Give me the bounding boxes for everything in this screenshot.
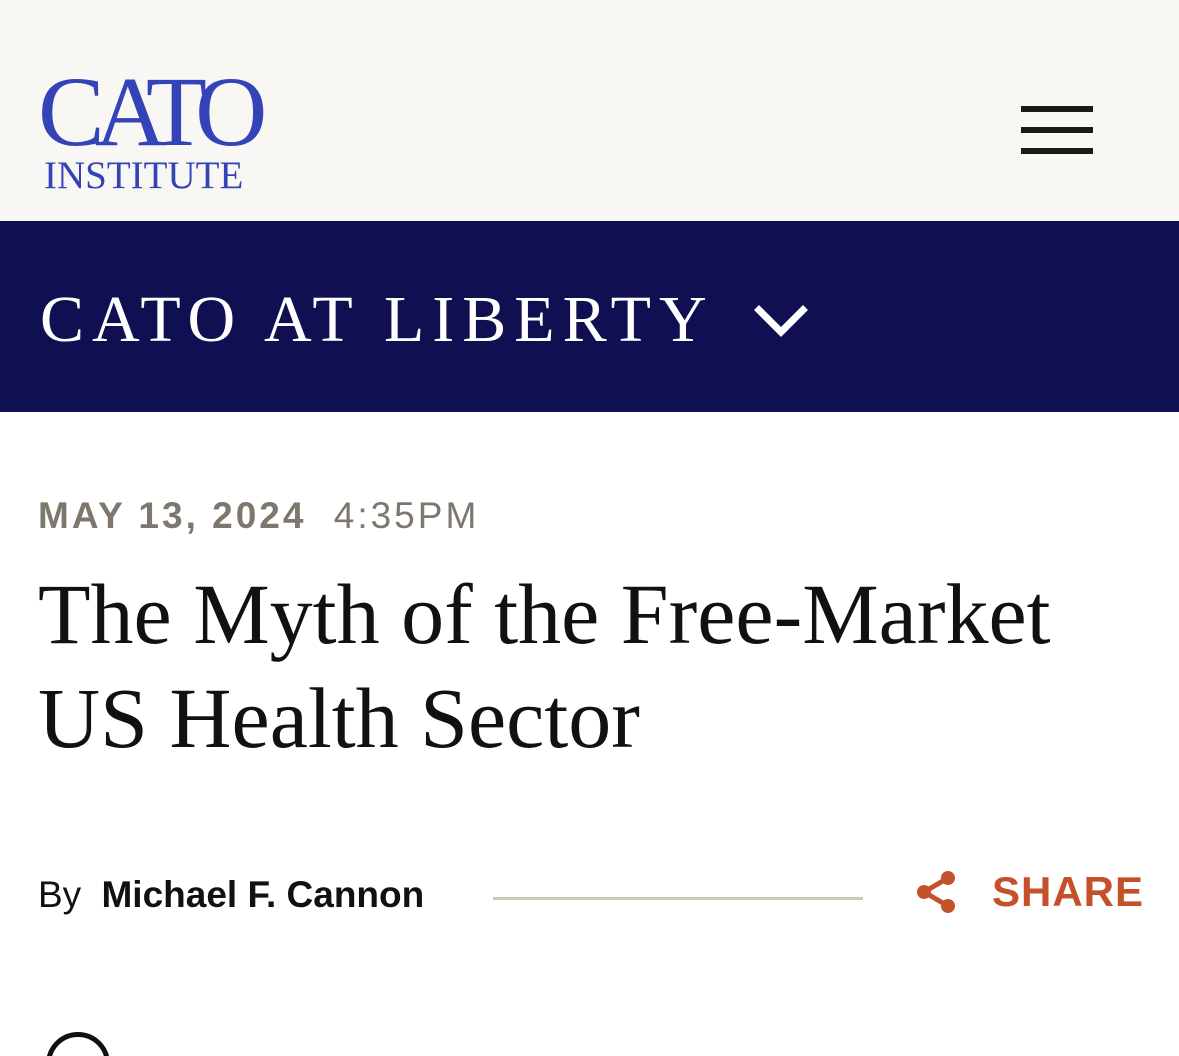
content-below-fold	[38, 1026, 678, 1056]
article-title: The Myth of the Free-Market US Health Se…	[38, 566, 1051, 766]
section-title: CATO AT LIBERTY	[40, 283, 715, 356]
cato-institute-logo[interactable]: CATO INSTITUTE	[38, 62, 278, 196]
byline-prefix: By	[38, 874, 82, 915]
divider	[493, 897, 863, 900]
menu-bar	[1021, 148, 1093, 154]
chevron-down-icon	[753, 305, 808, 337]
article-timestamp: MAY 13, 2024 4:35PM	[38, 495, 479, 537]
partial-circle-icon	[46, 1032, 110, 1056]
site-header: CATO INSTITUTE	[0, 0, 1179, 221]
hamburger-menu-icon[interactable]	[1016, 100, 1098, 160]
share-icon	[917, 871, 955, 913]
logo-wordmark: CATO	[38, 56, 267, 167]
share-button[interactable]: SHARE	[912, 864, 1144, 920]
menu-bar	[1021, 127, 1093, 133]
author-link[interactable]: Michael F. Cannon	[101, 874, 424, 915]
article-time: 4:35PM	[333, 495, 480, 536]
share-label: SHARE	[992, 868, 1145, 915]
section-dropdown[interactable]: CATO AT LIBERTY	[40, 280, 809, 360]
byline: By Michael F. Cannon	[38, 874, 424, 916]
logo-subtitle: INSTITUTE	[44, 154, 244, 197]
menu-bar	[1021, 106, 1093, 112]
article-date: MAY 13, 2024	[38, 495, 307, 536]
